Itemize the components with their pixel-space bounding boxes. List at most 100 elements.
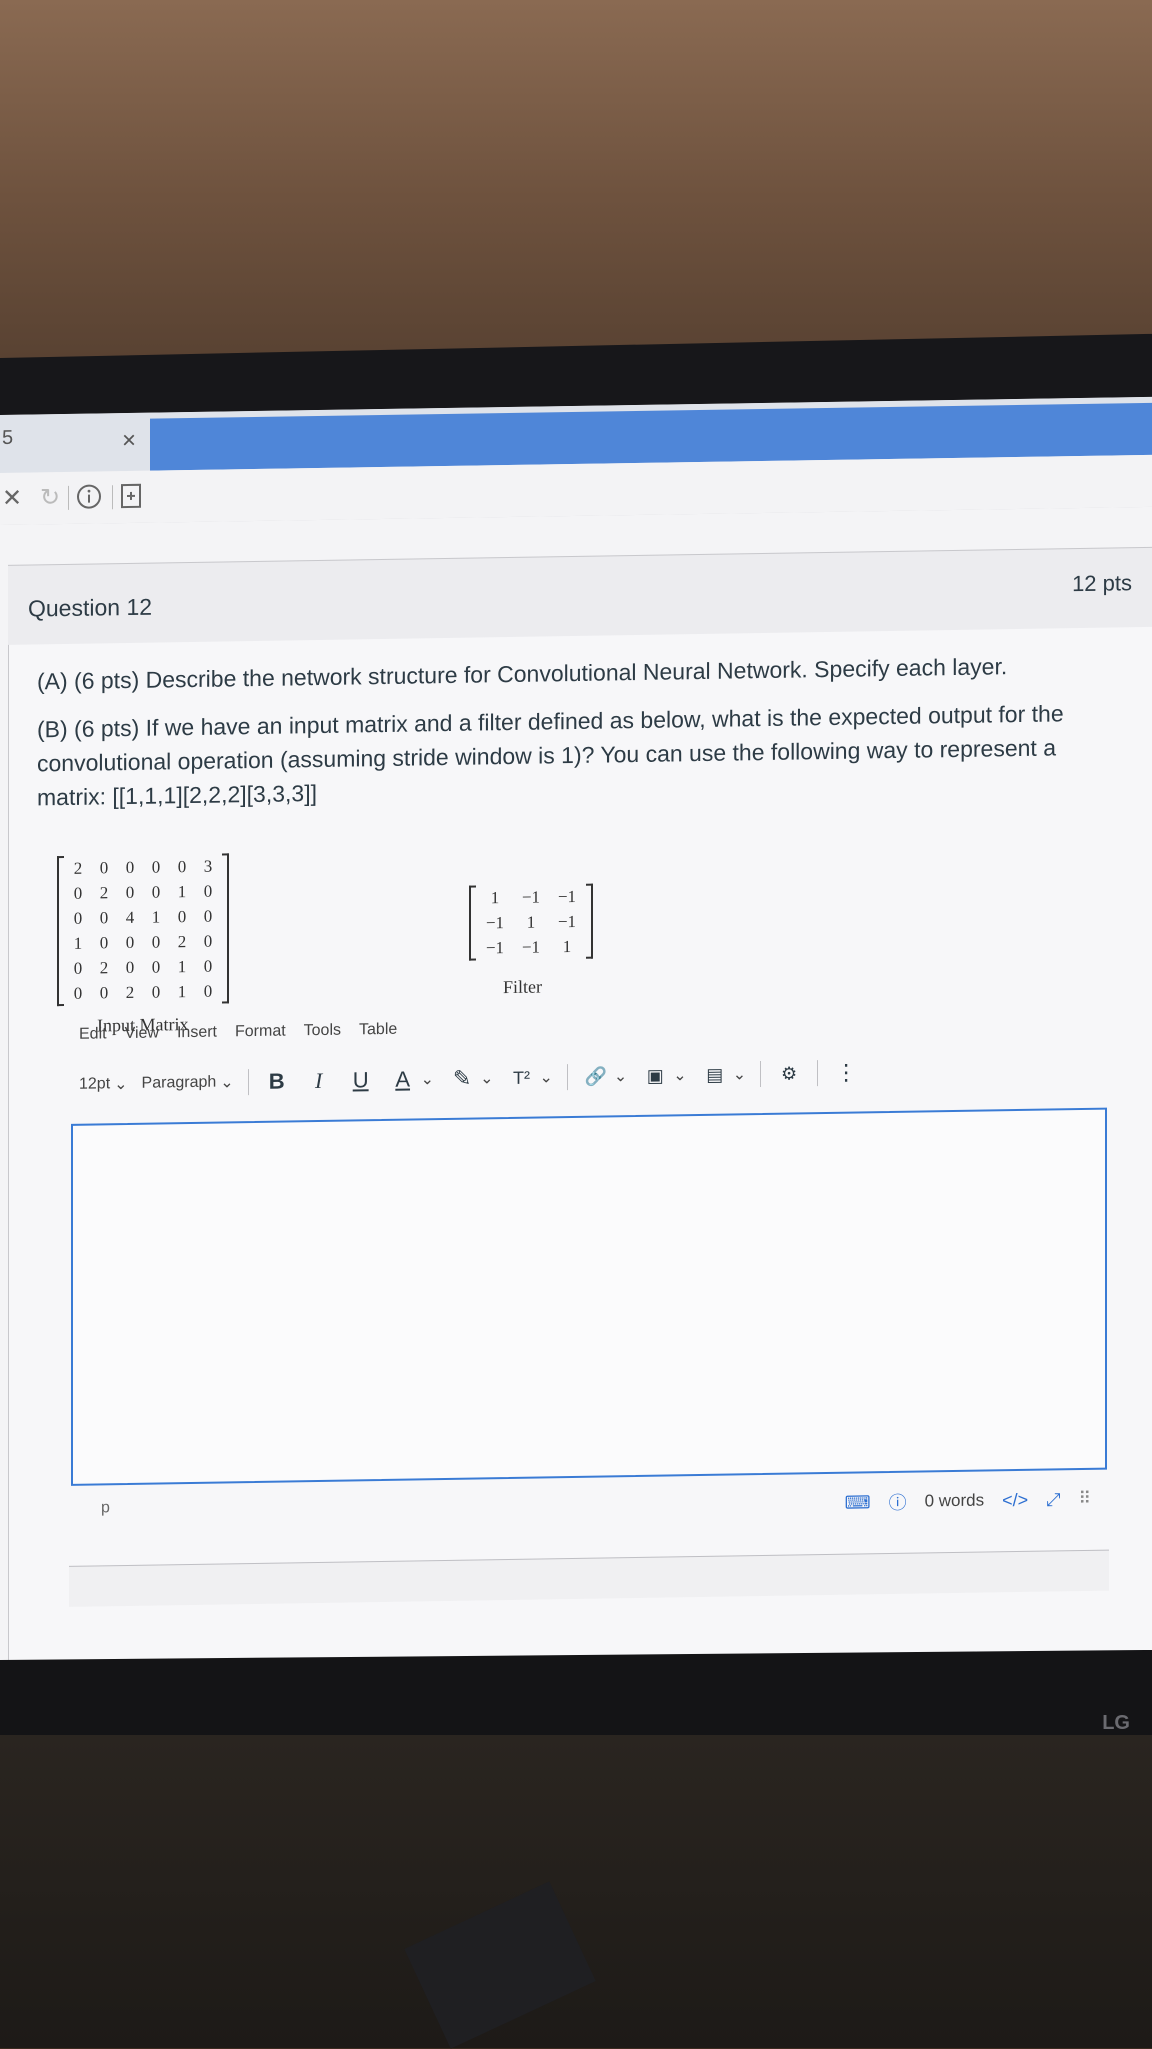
input-matrix-cell: 0: [203, 881, 213, 901]
image-icon: ▣: [646, 1065, 664, 1086]
answer-editor[interactable]: [71, 1107, 1107, 1486]
question-part-b: (B) (6 pts) If we have an input matrix a…: [37, 700, 1064, 811]
toolbar-divider: [760, 1061, 762, 1088]
chevron-down-icon: ⌄: [673, 1067, 687, 1085]
input-matrix-cell: 0: [125, 857, 135, 878]
menu-table[interactable]: Table: [359, 1021, 397, 1040]
toolbar-divider: [247, 1069, 249, 1096]
input-matrix-cell: 0: [151, 957, 161, 977]
input-matrix-cell: 0: [203, 956, 213, 976]
menu-edit[interactable]: Edit: [79, 1025, 107, 1043]
toolbar-divider: [566, 1064, 568, 1091]
accessibility-icon[interactable]: ⓘ: [889, 1489, 907, 1515]
input-matrix-cell: 0: [203, 981, 213, 1001]
monitor-brand-logo: LG: [1102, 1712, 1130, 1734]
more-options-icon[interactable]: ⋮: [832, 1059, 860, 1085]
desk-surface: [0, 1735, 1152, 2048]
input-matrix-cell: 2: [99, 883, 109, 903]
chevron-down-icon: ⌄: [220, 1074, 234, 1092]
toolbar-divider: [112, 485, 113, 510]
info-icon[interactable]: [76, 481, 102, 511]
question-title: Question 12: [28, 593, 153, 622]
input-matrix-cell: 0: [99, 908, 109, 928]
superscript-button[interactable]: T² ⌄: [507, 1067, 553, 1089]
menu-view[interactable]: View: [125, 1025, 159, 1044]
input-matrix-cell: 1: [177, 957, 187, 977]
input-matrix-cell: 0: [99, 858, 109, 878]
html-editor-toggle[interactable]: </>: [1002, 1489, 1028, 1510]
font-size-select[interactable]: 12pt ⌄: [79, 1074, 128, 1095]
highlight-button[interactable]: ✎ ⌄: [448, 1065, 494, 1092]
menu-insert[interactable]: Insert: [177, 1024, 217, 1043]
chevron-down-icon: ⌄: [114, 1075, 128, 1094]
input-matrix-cell: 0: [151, 882, 161, 902]
element-path[interactable]: p: [101, 1499, 110, 1517]
highlight-pen-icon: ✎: [452, 1065, 472, 1091]
underline-button[interactable]: U: [347, 1067, 375, 1093]
filter-matrix-grid: 1 −1 −1 −1 1 −1 −1 −1 1: [469, 883, 593, 961]
toolbar-divider: [817, 1060, 819, 1087]
input-matrix-cell: 3: [203, 856, 213, 876]
filter-matrix-cell: 1: [562, 937, 572, 957]
link-button[interactable]: 🔗 ⌄: [582, 1066, 628, 1088]
image-button[interactable]: ▣ ⌄: [641, 1065, 687, 1087]
filter-matrix-cell: 1: [526, 912, 536, 932]
input-matrix-cell: 0: [73, 983, 83, 1003]
block-format-value: Paragraph: [141, 1073, 217, 1092]
refresh-icon[interactable]: ↻: [40, 482, 60, 512]
status-actions: ⌨ ⓘ 0 words </> ⤢ ⠿: [845, 1486, 1091, 1516]
input-matrix-cell: 2: [177, 932, 187, 952]
menu-format[interactable]: Format: [235, 1023, 286, 1042]
toolbar-divider: [68, 485, 69, 510]
input-matrix-cell: 0: [203, 906, 213, 926]
input-matrix-cell: 2: [73, 858, 83, 878]
input-matrix-cell: 0: [99, 983, 109, 1003]
input-matrix-cell: 2: [125, 982, 135, 1003]
chevron-down-icon: ⌄: [732, 1066, 747, 1084]
menu-tools[interactable]: Tools: [304, 1022, 341, 1041]
chevron-down-icon: ⌄: [539, 1069, 553, 1087]
filter-matrix-cell: −1: [485, 913, 505, 933]
input-matrix-cell: 0: [177, 907, 187, 927]
input-matrix-cell: 0: [177, 857, 187, 877]
input-matrix-cell: 0: [151, 932, 161, 952]
input-matrix-cell: 4: [125, 907, 135, 928]
italic-button[interactable]: I: [305, 1068, 333, 1094]
question-body: (A) (6 pts) Describe the network structu…: [8, 626, 1152, 1695]
input-matrix-cell: 0: [151, 857, 161, 877]
document-icon[interactable]: [120, 481, 142, 511]
input-matrix-cell: 0: [151, 982, 161, 1002]
input-matrix-cell: 0: [99, 933, 109, 953]
input-matrix-cell: 0: [125, 957, 135, 978]
editor-toolbar: 12pt ⌄ Paragraph ⌄ B I U A ⌄ ✎ ⌄ T² ⌄ 🔗 …: [79, 1055, 860, 1101]
chevron-down-icon: ⌄: [480, 1070, 494, 1088]
input-matrix-cell: 1: [151, 907, 161, 927]
document-embed-button[interactable]: ▤ ⌄: [701, 1064, 746, 1086]
apps-plug-icon[interactable]: ⚙: [775, 1063, 803, 1084]
document-embed-icon: ▤: [706, 1064, 724, 1085]
filter-caption: Filter: [503, 976, 542, 998]
text-color-button[interactable]: A ⌄: [389, 1066, 434, 1093]
close-icon[interactable]: ✕: [2, 483, 22, 513]
monitor-screen: 5 × ✕ ↻ Question 12 12 pts (A) (6 pts) D…: [0, 396, 1152, 1695]
question-points: 12 pts: [1072, 570, 1132, 597]
input-matrix-cell: 0: [125, 882, 135, 903]
word-count[interactable]: 0 words: [925, 1491, 985, 1512]
superscript-icon: T²: [512, 1067, 530, 1088]
filter-matrix-cell: 1: [490, 888, 500, 908]
editor-menubar: Edit View Insert Format Tools Table: [79, 1021, 397, 1044]
tab-close-icon[interactable]: ×: [122, 427, 136, 455]
chevron-down-icon: ⌄: [420, 1071, 435, 1089]
filter-matrix-cell: −1: [521, 937, 541, 957]
input-matrix-cell: 0: [73, 958, 83, 978]
input-matrix-grid: 200003020010004100100020020010002010: [57, 853, 229, 1007]
resize-handle-icon[interactable]: ⠿: [1079, 1489, 1091, 1509]
keyboard-icon[interactable]: ⌨: [845, 1492, 871, 1513]
bold-button[interactable]: B: [263, 1068, 291, 1094]
fullscreen-icon[interactable]: ⤢: [1046, 1489, 1060, 1510]
previous-tab-edge[interactable]: 5: [2, 427, 13, 450]
font-size-value: 12pt: [79, 1075, 111, 1093]
block-format-select[interactable]: Paragraph ⌄: [142, 1072, 234, 1093]
input-matrix: 200003020010004100100020020010002010: [57, 853, 229, 1007]
input-matrix-cell: 2: [99, 958, 109, 978]
